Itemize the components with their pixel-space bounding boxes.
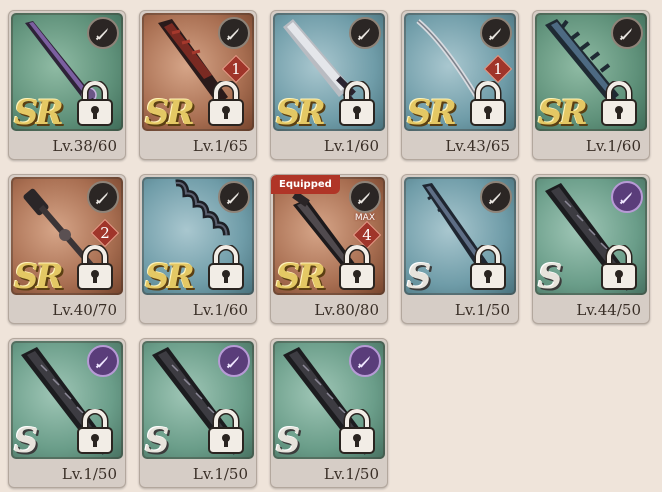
sword-type-icon: [87, 181, 119, 213]
rarity-label: SR: [407, 93, 457, 131]
weapon-art: S: [404, 177, 516, 295]
lock-icon[interactable]: [206, 243, 246, 291]
level-label: Lv.1/50: [454, 301, 510, 319]
weapon-art: SR: [11, 13, 123, 131]
level-label: Lv.1/65: [192, 137, 248, 155]
weapon-art: SR 1: [404, 13, 516, 131]
uncap-tier-number: 1: [493, 60, 503, 78]
sword-type-icon: [349, 17, 381, 49]
rarity-label: S: [538, 257, 563, 295]
weapon-card[interactable]: S Lv.1/50: [8, 338, 126, 488]
lock-icon[interactable]: [75, 79, 115, 127]
lock-icon[interactable]: [599, 243, 639, 291]
weapon-art: SR: [142, 177, 254, 295]
sword-type-icon: [87, 17, 119, 49]
sword-type-icon: [218, 17, 250, 49]
level-label: Lv.40/70: [52, 301, 117, 319]
weapon-card[interactable]: SR Lv.1/60: [270, 10, 388, 160]
rarity-label: SR: [14, 257, 64, 295]
lock-icon[interactable]: [468, 79, 508, 127]
sword-type-icon: [480, 181, 512, 213]
weapon-card[interactable]: S Lv.1/50: [270, 338, 388, 488]
lock-icon[interactable]: [337, 243, 377, 291]
weapon-art: SR 2: [11, 177, 123, 295]
lock-icon[interactable]: [75, 243, 115, 291]
rarity-label: SR: [145, 93, 195, 131]
uncap-tier-badge: 4: [352, 220, 382, 250]
lock-icon[interactable]: [75, 407, 115, 455]
s-sword-icon: [218, 345, 250, 377]
max-label: MAX: [354, 213, 375, 223]
lock-icon[interactable]: [206, 79, 246, 127]
weapon-card[interactable]: SR Lv.1/60: [532, 10, 650, 160]
level-label: Lv.43/65: [445, 137, 510, 155]
sword-type-icon: [480, 17, 512, 49]
lock-icon[interactable]: [337, 79, 377, 127]
s-sword-icon: [349, 345, 381, 377]
weapon-card[interactable]: S Lv.1/50: [139, 338, 257, 488]
weapon-art: S: [11, 341, 123, 459]
weapon-art: SR: [273, 13, 385, 131]
weapon-card[interactable]: SR 4 MAX Equipped Lv.80/80: [270, 174, 388, 324]
weapon-card[interactable]: S Lv.1/50: [401, 174, 519, 324]
weapon-card[interactable]: SR 1 Lv.43/65: [401, 10, 519, 160]
level-label: Lv.1/60: [323, 137, 379, 155]
weapon-card[interactable]: SR 2 Lv.40/70: [8, 174, 126, 324]
lock-icon[interactable]: [599, 79, 639, 127]
rarity-label: SR: [14, 93, 64, 131]
weapon-art: SR: [535, 13, 647, 131]
weapon-card[interactable]: SR Lv.1/60: [139, 174, 257, 324]
uncap-tier-badge: 2: [90, 218, 120, 248]
rarity-label: SR: [538, 93, 588, 131]
weapon-card[interactable]: S Lv.44/50: [532, 174, 650, 324]
rarity-label: SR: [145, 257, 195, 295]
weapon-art: SR 4 MAX: [273, 177, 385, 295]
level-label: Lv.1/60: [192, 301, 248, 319]
rarity-label: SR: [276, 257, 326, 295]
weapon-inventory-screen: { "inventory": { "items": [ {"rarity":"S…: [0, 0, 662, 492]
level-label: Lv.44/50: [576, 301, 641, 319]
rarity-label: S: [276, 421, 301, 459]
level-label: Lv.1/50: [323, 465, 379, 483]
level-label: Lv.1/50: [61, 465, 117, 483]
rarity-label: S: [407, 257, 432, 295]
s-sword-icon: [611, 181, 643, 213]
uncap-tier-number: 4: [362, 226, 372, 244]
lock-icon[interactable]: [206, 407, 246, 455]
uncap-tier-badge: 1: [483, 54, 513, 84]
level-label: Lv.80/80: [314, 301, 379, 319]
weapon-art: S: [535, 177, 647, 295]
weapon-card[interactable]: SR Lv.38/60: [8, 10, 126, 160]
uncap-tier-number: 2: [100, 224, 110, 242]
rarity-label: SR: [276, 93, 326, 131]
rarity-label: S: [14, 421, 39, 459]
s-sword-icon: [87, 345, 119, 377]
lock-icon[interactable]: [337, 407, 377, 455]
weapon-art: SR 1: [142, 13, 254, 131]
uncap-tier-number: 1: [231, 60, 241, 78]
sword-type-icon: [218, 181, 250, 213]
lock-icon[interactable]: [468, 243, 508, 291]
weapon-art: S: [142, 341, 254, 459]
uncap-tier-badge: 1: [221, 54, 251, 84]
weapon-art: S: [273, 341, 385, 459]
weapon-card[interactable]: SR 1 Lv.1/65: [139, 10, 257, 160]
level-label: Lv.1/60: [585, 137, 641, 155]
level-label: Lv.1/50: [192, 465, 248, 483]
equipped-badge: Equipped: [271, 175, 340, 194]
sword-type-icon: [611, 17, 643, 49]
level-label: Lv.38/60: [52, 137, 117, 155]
rarity-label: S: [145, 421, 170, 459]
sword-type-icon: [349, 181, 381, 213]
